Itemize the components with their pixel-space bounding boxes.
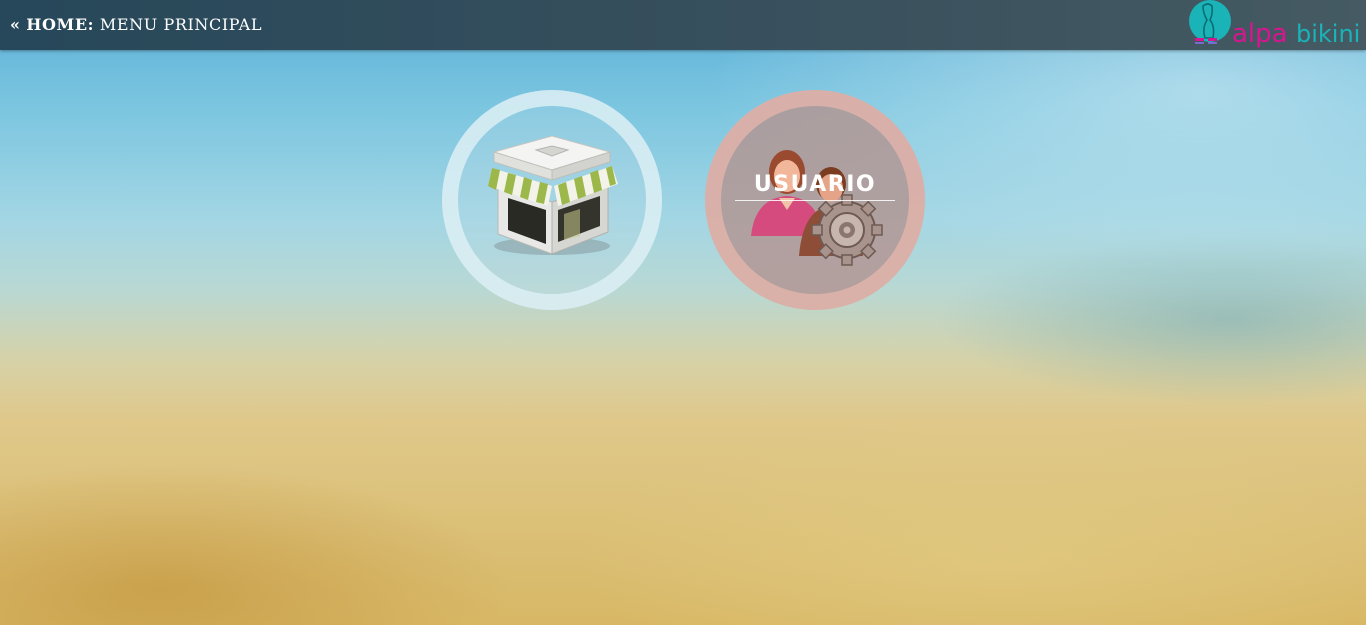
logo-text: alpa — [1232, 19, 1288, 49]
breadcrumb-home: HOME: — [26, 15, 95, 34]
usuario-button[interactable]: USUARIO — [705, 90, 925, 310]
brand-logo[interactable]: alpa bikini — [1186, 0, 1362, 50]
usuario-label: USUARIO — [753, 172, 877, 197]
store-icon — [488, 135, 618, 255]
tienda-button[interactable] — [442, 90, 662, 310]
breadcrumb-back-arrow: « — [10, 15, 21, 34]
breadcrumb-home-link[interactable]: « HOME: MENU PRINCIPAL — [10, 15, 262, 34]
svg-text:bikini: bikini — [1296, 20, 1360, 48]
usuario-underline — [735, 200, 895, 201]
breadcrumb-current-page: MENU PRINCIPAL — [99, 15, 263, 34]
top-bar: « HOME: MENU PRINCIPAL alpa bikini — [0, 0, 1366, 50]
